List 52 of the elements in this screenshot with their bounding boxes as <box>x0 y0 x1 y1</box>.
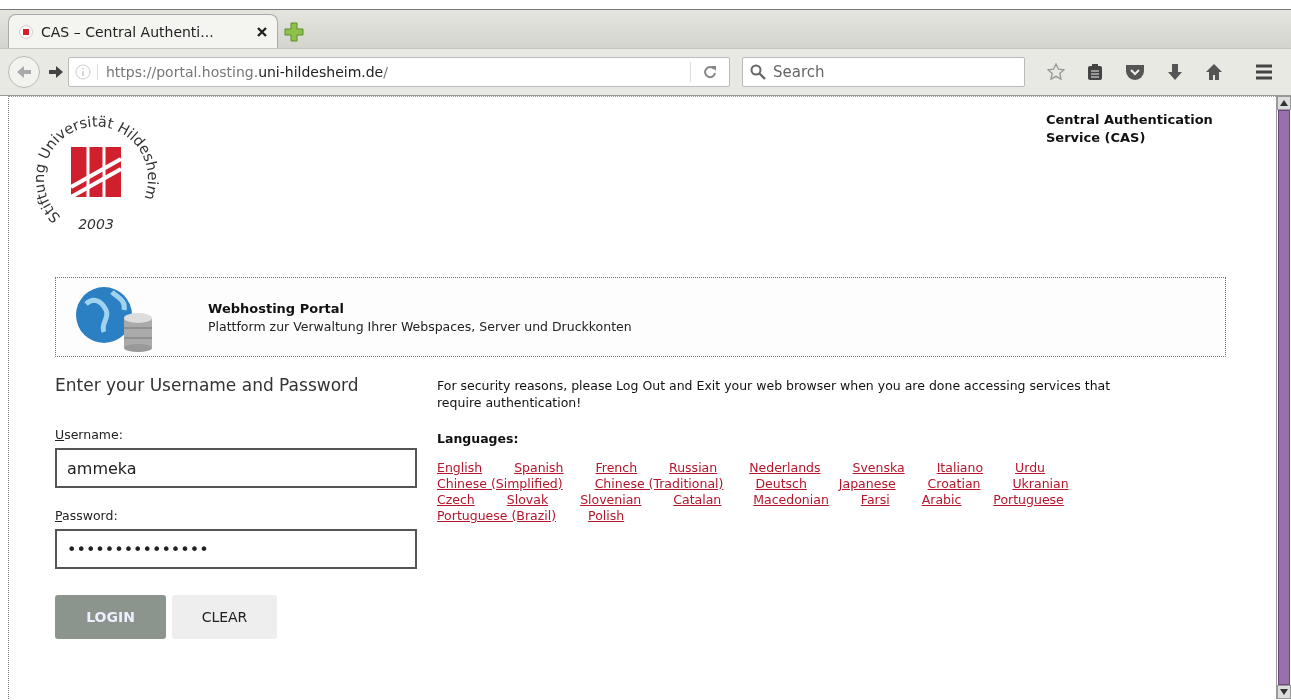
banner-title: Webhosting Portal <box>208 300 345 316</box>
language-link[interactable]: Spanish <box>514 460 564 476</box>
language-link[interactable]: Polish <box>588 508 625 524</box>
scroll-up-arrow-icon[interactable] <box>1280 100 1288 106</box>
back-arrow-icon <box>16 65 32 79</box>
password-label: Password: <box>55 508 119 523</box>
browser-tab[interactable]: CAS – Central Authenti... <box>8 14 278 48</box>
language-link[interactable]: Portuguese <box>993 492 1064 508</box>
university-favicon-icon <box>19 24 33 39</box>
banner-subtitle: Plattform zur Verwaltung Ihrer Webspaces, Server und Druckkonten <box>208 318 632 334</box>
star-bookmark-icon[interactable] <box>1047 63 1065 81</box>
home-icon[interactable] <box>1205 63 1223 81</box>
security-notice: For security reasons, please Log Out and Exit your web browser when you are done accessing services that require authentication! <box>437 377 1112 411</box>
search-field[interactable]: Search <box>742 57 1025 87</box>
language-link[interactable]: Russian <box>669 460 718 476</box>
scroll-down-arrow-icon[interactable] <box>1280 689 1288 695</box>
language-link[interactable]: Portuguese (Brazil) <box>437 508 557 524</box>
language-link[interactable]: Chinese (Traditional) <box>594 476 724 492</box>
reload-icon[interactable] <box>703 65 717 79</box>
language-link[interactable]: English <box>437 460 483 476</box>
pocket-icon[interactable] <box>1125 63 1145 81</box>
url-text: https://portal.hosting.uni-hildesheim.de/ <box>97 64 690 80</box>
language-link[interactable]: Italiano <box>936 460 984 476</box>
menu-icon[interactable] <box>1255 64 1273 80</box>
language-link[interactable]: Catalan <box>673 492 722 508</box>
language-link[interactable]: Chinese (Simplified) <box>437 476 563 492</box>
language-link[interactable]: Czech <box>437 492 475 508</box>
username-label: Username: <box>55 427 124 442</box>
scrollbar[interactable] <box>1276 96 1291 699</box>
language-link[interactable]: Ukranian <box>1012 476 1069 492</box>
language-link[interactable]: Macedonian <box>753 492 829 508</box>
language-link[interactable]: Japanese <box>838 476 896 492</box>
service-title: Central Authentication Service (CAS) <box>1046 111 1214 147</box>
language-link[interactable]: Croatian <box>927 476 981 492</box>
languages-heading: Languages: <box>437 431 520 446</box>
forward-arrow-icon[interactable] <box>48 65 64 79</box>
login-heading: Enter your Username and Password <box>55 375 360 395</box>
language-link[interactable]: French <box>595 460 638 476</box>
clipboard-list-icon[interactable] <box>1087 63 1103 81</box>
language-link[interactable]: Arabic <box>921 492 962 508</box>
address-bar[interactable]: https://portal.hosting.uni-hildesheim.de/ <box>68 57 730 87</box>
language-link[interactable]: Svenska <box>852 460 905 476</box>
clear-button[interactable]: CLEAR <box>172 595 277 639</box>
language-link[interactable]: Deutsch <box>755 476 807 492</box>
language-link[interactable]: Slovenian <box>580 492 642 508</box>
language-link[interactable]: Urdu <box>1015 460 1046 476</box>
username-field[interactable]: ammeka <box>55 448 417 488</box>
language-link[interactable]: Farsi <box>860 492 890 508</box>
language-link[interactable]: Slovak <box>506 492 549 508</box>
language-link[interactable]: Nederlands <box>749 460 821 476</box>
password-field[interactable]: ••••••••••••••• <box>55 529 417 569</box>
download-arrow-icon[interactable] <box>1167 63 1183 81</box>
